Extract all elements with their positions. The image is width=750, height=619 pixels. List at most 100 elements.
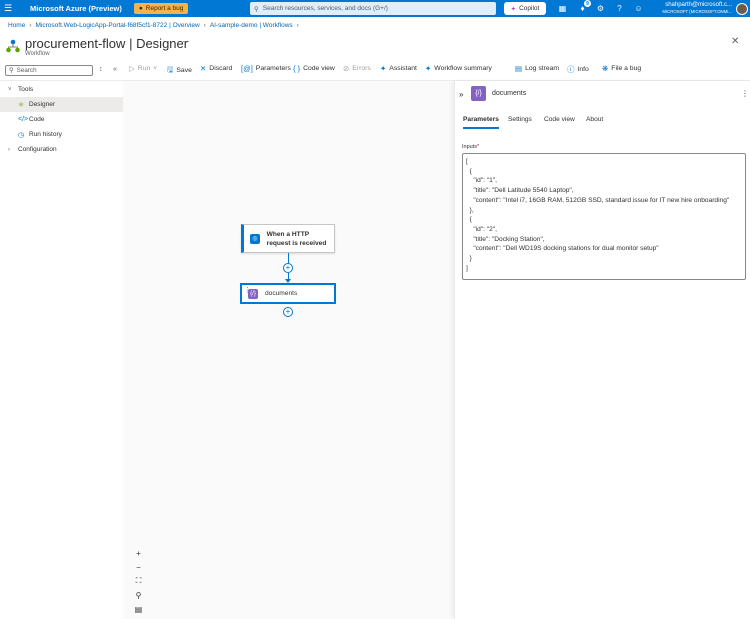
cloud-shell-icon[interactable]: ▦	[557, 3, 568, 14]
sidebar-item-configuration[interactable]: › Configuration	[0, 142, 123, 157]
page-header: procurement-flow | Designer Workflow	[6, 36, 188, 57]
hamburger-menu-icon[interactable]: ☰	[0, 3, 16, 14]
sidebar-item-label: Run history	[29, 131, 62, 138]
chevron-down-icon: ˅	[153, 65, 158, 72]
connector-line	[288, 253, 289, 263]
code-braces-icon: { }	[293, 64, 301, 73]
assistant-icon: ✦	[380, 64, 387, 73]
code-view-button[interactable]: { } Code view	[293, 64, 335, 73]
report-bug-label: Report a bug	[145, 5, 184, 12]
panel-title[interactable]: documents	[492, 90, 526, 97]
drag-handle-icon[interactable]: ⋮	[244, 287, 251, 294]
add-step-button[interactable]: +	[283, 263, 293, 273]
close-icon[interactable]: ✕	[731, 36, 739, 47]
errors-button[interactable]: ⊘ Errors	[343, 64, 371, 73]
report-bug-button[interactable]: ● Report a bug	[133, 3, 189, 14]
connector-arrow-icon	[285, 279, 291, 283]
breadcrumb-home[interactable]: Home	[8, 22, 25, 29]
inputs-label: Inputs*	[462, 144, 480, 150]
page-subtitle: Workflow	[25, 51, 50, 57]
breadcrumb-workflows[interactable]: AI-sample-demo | Workflows	[210, 22, 293, 29]
parameters-button[interactable]: [@] Parameters	[241, 64, 291, 73]
play-icon: ▷	[129, 64, 135, 73]
trigger-card[interactable]: ◎ When a HTTP request is received	[241, 224, 335, 253]
page-title-name: procurement-flow	[25, 36, 126, 51]
tab-settings[interactable]: Settings	[508, 116, 532, 123]
global-search-input[interactable]: ⚲ Search resources, services, and docs (…	[250, 2, 496, 15]
sidebar-item-label: Tools	[18, 86, 34, 93]
discard-button[interactable]: ✕ Discard	[200, 64, 232, 73]
copilot-button[interactable]: ✦ Copilot	[504, 2, 546, 15]
http-request-icon: ◎	[250, 233, 260, 244]
action-label: documents	[265, 290, 298, 297]
log-stream-icon: ▤	[515, 64, 523, 73]
sidebar: ˅ Tools ⚛ Designer </> Code ◷ Run histor…	[0, 82, 123, 157]
minimap-icon[interactable]: ▤	[131, 602, 146, 616]
breadcrumb-separator: ›	[203, 22, 206, 29]
collapse-panel-icon[interactable]: »	[459, 90, 463, 99]
discard-icon: ✕	[200, 64, 207, 73]
chevron-right-icon: ›	[8, 146, 10, 153]
chevron-down-icon: ˅	[8, 86, 12, 93]
info-button[interactable]: ⓘ Info	[567, 64, 589, 75]
collapse-sidebar-icon[interactable]: «	[113, 66, 117, 73]
workflow-summary-button[interactable]: ✦ Workflow summary	[425, 64, 492, 73]
sidebar-search-placeholder: Search	[16, 67, 37, 74]
compose-action-card[interactable]: ⋮ {/} documents	[241, 284, 335, 303]
settings-gear-icon[interactable]: ⚙	[595, 3, 606, 14]
save-icon: 🖫	[167, 65, 174, 74]
breadcrumb-separator: ›	[296, 22, 299, 29]
designer-canvas[interactable]: ◎ When a HTTP request is received + ⋮ {/…	[123, 81, 454, 619]
trigger-label: When a HTTP request is received	[266, 230, 327, 247]
bug-icon: ❋	[602, 64, 609, 73]
log-stream-button[interactable]: ▤ Log stream	[515, 64, 559, 73]
zoom-out-icon[interactable]: −	[131, 560, 146, 574]
more-options-icon[interactable]: ···	[182, 37, 190, 46]
more-options-icon[interactable]: ⋮	[741, 89, 749, 98]
code-icon: </>	[18, 116, 29, 123]
sidebar-item-code[interactable]: </> Code	[0, 112, 123, 127]
user-email: shahparth@microsoft.c...	[665, 2, 732, 8]
notifications-icon[interactable]: ♦ 9	[577, 0, 591, 14]
expand-collapse-icon[interactable]: ↕	[99, 66, 103, 73]
avatar[interactable]	[736, 3, 748, 15]
user-tenant: MICROSOFT (MICROSOFT.ONMI...	[662, 8, 732, 14]
designer-icon: ⚛	[18, 101, 25, 109]
breadcrumb-separator: ›	[29, 22, 32, 29]
sidebar-item-label: Code	[29, 116, 45, 123]
tab-code-view[interactable]: Code view	[544, 116, 575, 123]
search-icon: ⚲	[9, 67, 14, 74]
zoom-in-icon[interactable]: +	[131, 546, 146, 560]
parameters-icon: [@]	[241, 64, 253, 73]
tab-parameters[interactable]: Parameters	[463, 116, 499, 129]
sidebar-item-run-history[interactable]: ◷ Run history	[0, 127, 123, 142]
action-details-panel: » {/} documents ⋮ Parameters Settings Co…	[454, 81, 750, 619]
help-icon[interactable]: ?	[614, 3, 625, 14]
fit-view-icon[interactable]: ⛶	[131, 574, 146, 588]
search-icon: ⚲	[254, 5, 259, 13]
error-icon: ⊘	[343, 64, 350, 73]
page-title-suffix: Designer	[136, 36, 189, 51]
copilot-label: Copilot	[519, 5, 540, 12]
breadcrumb-logicapp[interactable]: Microsoft.Web-LogicApp-Portal-f68f5cf1-8…	[36, 22, 200, 29]
run-button[interactable]: ▷ Run ˅	[129, 64, 157, 73]
global-search-placeholder: Search resources, services, and docs (G+…	[262, 5, 388, 12]
assistant-button[interactable]: ✦ Assistant	[380, 64, 417, 73]
summary-icon: ✦	[425, 64, 432, 73]
inputs-editor[interactable]: [ { "id": "1", "title": "Dell Latitude 5…	[462, 153, 746, 280]
portal-brand[interactable]: Microsoft Azure (Preview)	[30, 4, 122, 13]
tab-about[interactable]: About	[586, 116, 603, 123]
sidebar-item-tools[interactable]: ˅ Tools	[0, 82, 123, 97]
save-button[interactable]: 🖫 Save	[167, 64, 192, 77]
add-step-button[interactable]: +	[283, 307, 293, 317]
sidebar-search-input[interactable]: ⚲ Search	[5, 65, 93, 76]
sidebar-item-label: Configuration	[18, 146, 57, 153]
zoom-controls: + − ⛶ ⚲ ▤	[131, 546, 146, 616]
account-info[interactable]: shahparth@microsoft.c... MICROSOFT (MICR…	[656, 2, 732, 15]
search-icon[interactable]: ⚲	[131, 588, 146, 602]
feedback-icon[interactable]: ☺	[633, 3, 644, 14]
file-bug-button[interactable]: ❋ File a bug	[602, 64, 641, 73]
compose-icon: {/}	[471, 86, 486, 101]
sidebar-item-designer[interactable]: ⚛ Designer	[0, 97, 123, 112]
copilot-icon: ✦	[510, 5, 517, 13]
